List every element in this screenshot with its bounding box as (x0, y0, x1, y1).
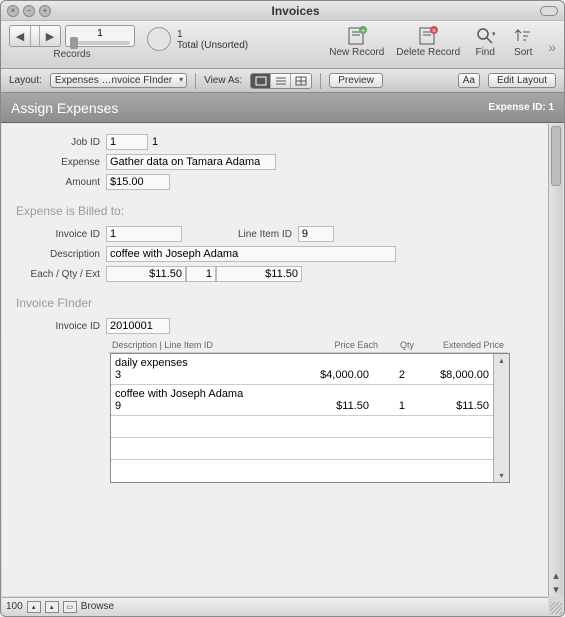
col-qty: Qty (378, 340, 414, 350)
col-price: Price Each (312, 340, 378, 350)
toolbar: ◀ ▶ 1 Records 1 Total (Unsorted) + (1, 21, 564, 69)
delete-record-button[interactable]: × Delete Record (396, 25, 460, 58)
window-title: Invoices (51, 4, 540, 18)
col-ext: Extended Price (414, 340, 504, 350)
format-button[interactable]: Aa (458, 73, 480, 88)
job-id-field[interactable] (106, 134, 148, 150)
body: Job ID 1 Expense Amount Expense is Bille… (2, 124, 548, 596)
edit-layout-button[interactable]: Edit Layout (488, 73, 556, 88)
billed-invoice-id-label: Invoice ID (16, 229, 106, 240)
expense-label: Expense (16, 157, 106, 168)
table-row[interactable] (111, 416, 493, 438)
each-qty-ext-label: Each / Qty / Ext (16, 269, 106, 280)
finder-table-header: Description | Line Item ID Price Each Qt… (108, 338, 508, 353)
scrollbar-thumb[interactable] (551, 126, 561, 186)
preview-button[interactable]: Preview (329, 73, 383, 88)
billed-invoice-id-field[interactable] (106, 226, 182, 242)
line-item-id-label: Line Item ID (238, 229, 298, 240)
app-window: × − + Invoices ◀ ▶ 1 Records (0, 0, 565, 617)
view-table-icon[interactable] (291, 74, 311, 88)
window-scrollbar[interactable]: ▴ ▾ (548, 124, 563, 596)
minimize-icon[interactable]: − (23, 5, 35, 17)
col-description: Description | Line Item ID (112, 340, 312, 350)
view-list-icon[interactable] (271, 74, 291, 88)
records-label: Records (53, 49, 90, 60)
scroll-down-icon[interactable]: ▾ (549, 582, 563, 596)
zoom-in-icon[interactable]: ▴ (45, 601, 59, 613)
found-set-pie-icon[interactable] (147, 27, 171, 51)
job-id-label: Job ID (16, 137, 106, 148)
description-field[interactable] (106, 246, 396, 262)
sort-icon (510, 25, 536, 47)
close-icon[interactable]: × (7, 5, 19, 17)
job-id-extra: 1 (148, 136, 158, 148)
delete-record-icon: × (415, 25, 441, 47)
traffic-lights: × − + (7, 5, 51, 17)
each-field[interactable] (106, 266, 186, 282)
svg-text:▾: ▾ (492, 31, 495, 38)
expense-field[interactable] (106, 154, 276, 170)
record-nav-divider (30, 26, 40, 46)
table-row[interactable] (111, 438, 493, 460)
view-as-label: View As: (204, 75, 242, 86)
find-button[interactable]: ▾ Find (472, 25, 498, 58)
record-index: 1 (97, 28, 103, 39)
table-row[interactable] (111, 460, 493, 482)
toolbar-overflow-icon[interactable]: » (548, 39, 556, 55)
layout-select[interactable]: Expenses …nvoice FInder (50, 73, 187, 88)
description-label: Description (16, 249, 106, 260)
view-as-segmented[interactable] (250, 73, 312, 89)
table-row[interactable]: daily expenses 3 $4,000.00 2 $8,000.00 (111, 354, 493, 385)
record-slider[interactable]: 1 (65, 25, 135, 47)
record-count: 1 (177, 29, 248, 40)
zoom-icon[interactable]: + (39, 5, 51, 17)
record-count-block: 1 Total (Unsorted) (177, 27, 248, 51)
layout-bar: Layout: Expenses …nvoice FInder View As:… (1, 69, 564, 93)
amount-label: Amount (16, 177, 106, 188)
layout-header: Assign Expenses Expense ID: 1 (1, 93, 564, 123)
page-title: Assign Expenses (11, 100, 118, 116)
record-status: Total (Unsorted) (177, 40, 248, 51)
sort-button[interactable]: Sort (510, 25, 536, 58)
next-record-icon[interactable]: ▶ (40, 26, 60, 46)
layout-label: Layout: (9, 75, 42, 86)
titlebar: × − + Invoices (1, 1, 564, 21)
qty-field[interactable] (186, 266, 216, 282)
scroll-up-icon[interactable]: ▴ (549, 568, 563, 582)
record-nav-group: ◀ ▶ 1 Records (9, 25, 135, 60)
new-record-button[interactable]: + New Record (329, 25, 384, 58)
scroll-up-icon[interactable]: ▴ (494, 354, 509, 367)
finder-section-title: Invoice FInder (16, 296, 534, 310)
amount-field[interactable] (106, 174, 170, 190)
line-item-id-field[interactable] (298, 226, 334, 242)
table-row[interactable]: coffee with Joseph Adama 9 $11.50 1 $11.… (111, 385, 493, 416)
view-form-icon[interactable] (251, 74, 271, 88)
finder-portal: daily expenses 3 $4,000.00 2 $8,000.00 c… (110, 353, 510, 483)
expense-id-display: Expense ID: 1 (488, 102, 554, 113)
resize-grip[interactable] (550, 602, 562, 614)
svg-text:×: × (432, 28, 436, 35)
mode-label: Browse (81, 601, 114, 612)
zoom-level[interactable]: 100 (6, 601, 23, 612)
finder-invoice-id-field[interactable] (106, 318, 170, 334)
billed-section-title: Expense is Billed to: (16, 204, 534, 218)
find-icon: ▾ (472, 25, 498, 47)
new-record-icon: + (344, 25, 370, 47)
ext-field[interactable] (216, 266, 302, 282)
svg-text:+: + (361, 28, 365, 35)
status-bar: 100 ▴ ▴ ▭ Browse (2, 597, 548, 615)
record-nav[interactable]: ◀ ▶ (9, 25, 61, 47)
toolbar-toggle-pill[interactable] (540, 6, 558, 16)
prev-record-icon[interactable]: ◀ (10, 26, 30, 46)
zoom-out-icon[interactable]: ▴ (27, 601, 41, 613)
finder-invoice-id-label: Invoice ID (16, 321, 106, 332)
status-toggle-icon[interactable]: ▭ (63, 601, 77, 613)
portal-scrollbar[interactable]: ▴ ▾ (493, 354, 509, 482)
scroll-down-icon[interactable]: ▾ (494, 469, 509, 482)
